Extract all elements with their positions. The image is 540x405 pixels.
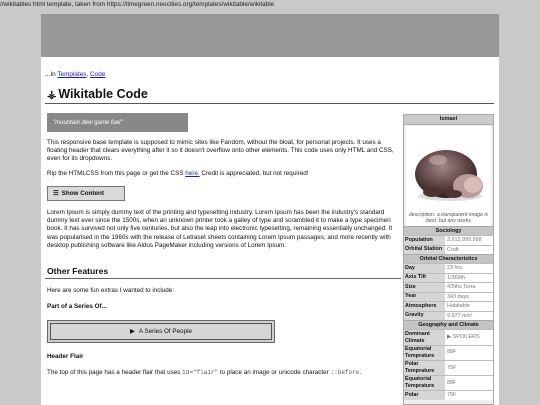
infobox-key: Day [404,264,445,273]
infobox-row: Size 4/5ths Terra [404,282,493,292]
breadcrumb-prefix: ...In [45,71,56,78]
infobox-key: Orbital Station [404,245,445,255]
browser-path-bar: //wikitables html template, taken from h… [0,0,540,14]
infobox-value: 343 days [445,292,493,302]
series-box: ▶ A Series Of People [47,320,275,343]
infobox-row: Equatorial Temprature 88F [404,374,493,391]
infobox-title: Ismael [404,115,493,125]
flair-paragraph: The top of this page has a header flair … [47,369,400,377]
infobox-value: 75F [445,391,493,400]
flair-text-mid: to place an image or unicode character [219,369,329,376]
infobox-section-geography: Geography and Climate [404,320,493,330]
infobox-key: Population [404,236,445,245]
header-flair-icon: ⚶ [47,88,57,101]
infobox-key: Year [404,292,445,302]
css-here-link[interactable]: here. [185,170,199,177]
menu-icon: ☰ [53,190,59,197]
infobox-value: 75F [445,360,493,375]
infobox-value: Habitable [445,302,493,311]
infobox-row: Orbital Station Craft [404,244,493,255]
infobox-value: 23 hrs. [445,264,493,273]
spoilers-toggle[interactable]: ▶ SPOILERS [445,330,493,345]
series-toggle-button[interactable]: ▶ A Series Of People [50,323,272,340]
main-content: ...In Templates, Code ⚶ Wikitable Code "… [41,57,499,405]
infobox-value: Craft [445,245,493,255]
infobox-row: Polar Temprature 75F [404,359,493,375]
infobox-row: Dominant Climate ▶ SPOILERS [404,329,493,345]
quote-banner: "mountain dew game fuel" [47,113,188,132]
css-credit-paragraph: Rip the HTMLCSS from this page or get th… [47,170,400,178]
creature-illustration [414,150,483,201]
play-triangle-icon: ▶ [129,328,135,335]
infobox-key: Equatorial Temprature [404,345,445,360]
other-features-heading: Other Features [47,266,109,276]
infobox-row: Population 3,912,999,998 [404,235,493,245]
header-flair-heading: Header Flair [47,353,84,360]
infobox-key: Equatorial Temprature [404,375,445,391]
infobox-key: Size [404,283,445,292]
infobox-row: Gravity 9.977 m/s² [404,310,493,321]
infobox-section-sociology: Sociology [404,226,493,236]
page-title-text: Wikitable Code [58,87,148,101]
infobox-key: Dominant Climate [404,330,445,345]
page-path-text: //wikitables html template, taken from h… [0,1,275,8]
series-button-label: A Series Of People [138,328,193,335]
infobox-row: Day 23 hrs. [404,263,493,273]
infobox-key: Polar [404,391,445,400]
infobox-row: Equatorial Temprature 88F [404,344,493,360]
title-divider [45,103,494,104]
intro-paragraph: This responsive base template is suppose… [47,139,394,163]
series-heading: Part of a Series Of... [47,303,107,310]
infobox-row: Year 343 days [404,291,493,302]
breadcrumb-link-templates[interactable]: Templates [57,71,86,78]
infobox-value: 4/5ths Terra [445,283,493,292]
infobox-row: Polar 75F [404,390,493,400]
infobox-key: Atmosphere [404,302,445,311]
credit-text-after: Credit is appreciated, but not required! [201,170,309,177]
show-content-label: Show Content [61,190,104,197]
infobox-section-orbital: Orbital Characteristics [404,254,493,264]
extras-paragraph: Here are some fun extras I wanted to inc… [47,287,175,294]
infobox-value: 1/369th [445,273,493,283]
infobox-key: Gravity [404,311,445,321]
credit-text-before: Rip the HTMLCSS from this page or get th… [47,170,184,177]
infobox: Ismael description. a transparent image … [403,114,494,405]
show-content-button[interactable]: ☰ Show Content [47,186,125,201]
lorem-paragraph: Lorem Ipsum is simply dummy text of the … [47,209,393,249]
infobox-value: 88F [445,345,493,360]
flair-code-id: id="flair" [182,369,219,376]
infobox-value: 3,912,999,998 [445,236,493,245]
breadcrumb: ...In Templates, Code [45,71,105,78]
infobox-row: Atmosphere Habitable [404,301,493,311]
infobox-key: Polar Temprature [404,360,445,375]
section-divider [45,278,401,279]
flair-code-before: ::before [330,369,360,376]
infobox-caption: description. a transparent image is best… [406,212,491,227]
flair-text-before: The top of this page has a header flair … [47,369,181,376]
breadcrumb-link-code[interactable]: Code [90,71,105,78]
breadcrumb-sep: , [86,71,89,78]
infobox-key: Axis Tilt [404,273,445,283]
infobox-value: 9.977 m/s² [445,311,493,321]
flair-text-end: . [359,369,362,376]
infobox-image [406,126,491,212]
infobox-value: 88F [445,375,493,391]
page-title: ⚶ Wikitable Code [47,87,148,101]
site-header [41,14,499,57]
infobox-row: Axis Tilt 1/369th [404,272,493,283]
